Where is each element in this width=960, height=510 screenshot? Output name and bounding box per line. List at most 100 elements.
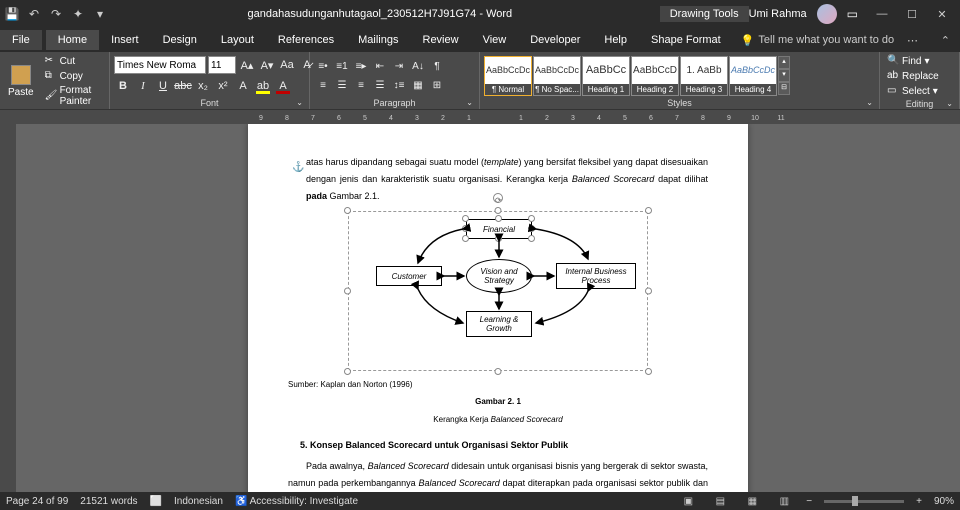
- view-web[interactable]: ▥: [774, 494, 794, 508]
- text-effects-button[interactable]: A: [234, 77, 252, 95]
- zoom-in-button[interactable]: +: [916, 496, 922, 507]
- cut-button[interactable]: ✂Cut: [42, 54, 105, 68]
- replace-button[interactable]: abReplace: [884, 69, 942, 83]
- status-words[interactable]: 21521 words: [80, 496, 137, 507]
- replace-icon: ab: [887, 70, 899, 82]
- bold-button[interactable]: B: [114, 77, 132, 95]
- view-print[interactable]: ▦: [742, 494, 762, 508]
- tab-mailings[interactable]: Mailings: [346, 30, 410, 50]
- view-read[interactable]: ▤: [710, 494, 730, 508]
- numbering-button[interactable]: ≡1: [333, 58, 351, 74]
- font-size-select[interactable]: [208, 56, 236, 74]
- style-no-spacing[interactable]: AaBbCcDc¶ No Spac...: [533, 56, 581, 96]
- minimize-button[interactable]: —: [868, 4, 896, 24]
- cut-icon: ✂: [45, 55, 57, 67]
- tab-design[interactable]: Design: [151, 30, 209, 50]
- style-scroll-up[interactable]: ▴: [778, 56, 790, 69]
- font-name-select[interactable]: [114, 56, 206, 74]
- anchor-icon: ⚓: [292, 158, 304, 177]
- find-button[interactable]: 🔍Find ▾: [884, 54, 942, 68]
- tab-references[interactable]: References: [266, 30, 346, 50]
- editing-group-label: Editing: [884, 98, 955, 109]
- style-scroll-down[interactable]: ▾: [778, 69, 790, 82]
- justify-button[interactable]: ☰: [371, 77, 389, 93]
- strikethrough-button[interactable]: abc: [174, 77, 192, 95]
- tab-insert[interactable]: Insert: [99, 30, 151, 50]
- save-icon[interactable]: 💾: [4, 6, 20, 22]
- copy-button[interactable]: ⧉Copy: [42, 69, 105, 83]
- touch-mode-icon[interactable]: ✦: [70, 6, 86, 22]
- grow-font-button[interactable]: A▴: [238, 56, 256, 74]
- drawing-canvas-selected[interactable]: Financial Customer Vision and Strategy I…: [348, 211, 648, 371]
- style-more[interactable]: ⊟: [778, 82, 790, 95]
- close-button[interactable]: ✕: [928, 4, 956, 24]
- section-heading: 5. Konsep Balanced Scorecard untuk Organ…: [300, 437, 708, 454]
- tab-developer[interactable]: Developer: [518, 30, 592, 50]
- shrink-font-button[interactable]: A▾: [258, 56, 276, 74]
- share-icon[interactable]: ⋯: [907, 34, 918, 47]
- document-page[interactable]: ⚓ atas harus dipandang sebagai suatu mod…: [248, 124, 748, 492]
- zoom-out-button[interactable]: −: [806, 496, 812, 507]
- highlight-button[interactable]: ab: [254, 77, 272, 95]
- font-color-button[interactable]: A: [274, 77, 292, 95]
- vertical-ruler[interactable]: [0, 124, 16, 492]
- bulb-icon: 💡: [741, 34, 755, 47]
- show-marks-button[interactable]: ¶: [428, 58, 446, 74]
- shading-button[interactable]: ▦: [409, 77, 427, 93]
- status-accessibility[interactable]: ♿ Accessibility: Investigate: [235, 496, 358, 507]
- proofing-icon[interactable]: ⬜: [150, 496, 162, 507]
- paste-button[interactable]: Paste: [4, 63, 38, 100]
- style-heading-4[interactable]: AaBbCcDcHeading 4: [729, 56, 777, 96]
- align-left-button[interactable]: ≡: [314, 77, 332, 93]
- select-button[interactable]: ▭Select ▾: [884, 84, 942, 98]
- borders-button[interactable]: ⊞: [428, 77, 446, 93]
- redo-icon[interactable]: ↷: [48, 6, 64, 22]
- format-painter-button[interactable]: 🖌Format Painter: [42, 84, 105, 108]
- user-name[interactable]: Umi Rahma: [749, 8, 807, 20]
- superscript-button[interactable]: x²: [214, 77, 232, 95]
- increase-indent-button[interactable]: ⇥: [390, 58, 408, 74]
- maximize-button[interactable]: ☐: [898, 4, 926, 24]
- view-focus[interactable]: ▣: [678, 494, 698, 508]
- bullets-button[interactable]: ≡•: [314, 58, 332, 74]
- tab-layout[interactable]: Layout: [209, 30, 266, 50]
- subscript-button[interactable]: x₂: [194, 77, 212, 95]
- figure-subcaption: Kerangka Kerja Balanced Scorecard: [288, 412, 708, 427]
- rotate-handle[interactable]: [493, 193, 503, 203]
- tell-me-search[interactable]: 💡 Tell me what you want to do: [741, 34, 894, 47]
- find-icon: 🔍: [887, 55, 899, 67]
- tab-home[interactable]: Home: [46, 30, 99, 50]
- user-avatar[interactable]: [817, 4, 837, 24]
- status-language[interactable]: Indonesian: [174, 496, 223, 507]
- underline-button[interactable]: U: [154, 77, 172, 95]
- align-center-button[interactable]: ☰: [333, 77, 351, 93]
- italic-button[interactable]: I: [134, 77, 152, 95]
- ribbon-display-icon[interactable]: ▭: [847, 7, 858, 21]
- tab-review[interactable]: Review: [411, 30, 471, 50]
- style-heading-2[interactable]: AaBbCcDHeading 2: [631, 56, 679, 96]
- zoom-level[interactable]: 90%: [934, 496, 954, 507]
- undo-icon[interactable]: ↶: [26, 6, 42, 22]
- styles-group-label: Styles: [484, 97, 875, 108]
- qat-more-icon[interactable]: ▾: [92, 6, 108, 22]
- tab-shape-format[interactable]: Shape Format: [639, 30, 733, 50]
- multilevel-button[interactable]: ≡▸: [352, 58, 370, 74]
- tab-view[interactable]: View: [471, 30, 519, 50]
- style-heading-1[interactable]: AaBbCcHeading 1: [582, 56, 630, 96]
- zoom-slider[interactable]: [824, 500, 904, 503]
- status-page[interactable]: Page 24 of 99: [6, 496, 68, 507]
- sort-button[interactable]: A↓: [409, 58, 427, 74]
- style-heading-3[interactable]: 1. AaBbHeading 3: [680, 56, 728, 96]
- font-group-label: Font: [114, 97, 305, 108]
- styles-gallery[interactable]: AaBbCcDc¶ Normal AaBbCcDc¶ No Spac... Aa…: [484, 56, 790, 96]
- style-normal[interactable]: AaBbCcDc¶ Normal: [484, 56, 532, 96]
- align-right-button[interactable]: ≡: [352, 77, 370, 93]
- paste-icon: [11, 65, 31, 85]
- decrease-indent-button[interactable]: ⇤: [371, 58, 389, 74]
- tab-file[interactable]: File: [0, 30, 42, 50]
- line-spacing-button[interactable]: ↕≡: [390, 77, 408, 93]
- document-area[interactable]: ⚓ atas harus dipandang sebagai suatu mod…: [16, 124, 960, 492]
- change-case-button[interactable]: Aa: [278, 56, 296, 74]
- tab-help[interactable]: Help: [592, 30, 639, 50]
- collapse-ribbon-icon[interactable]: ⌃: [941, 34, 950, 47]
